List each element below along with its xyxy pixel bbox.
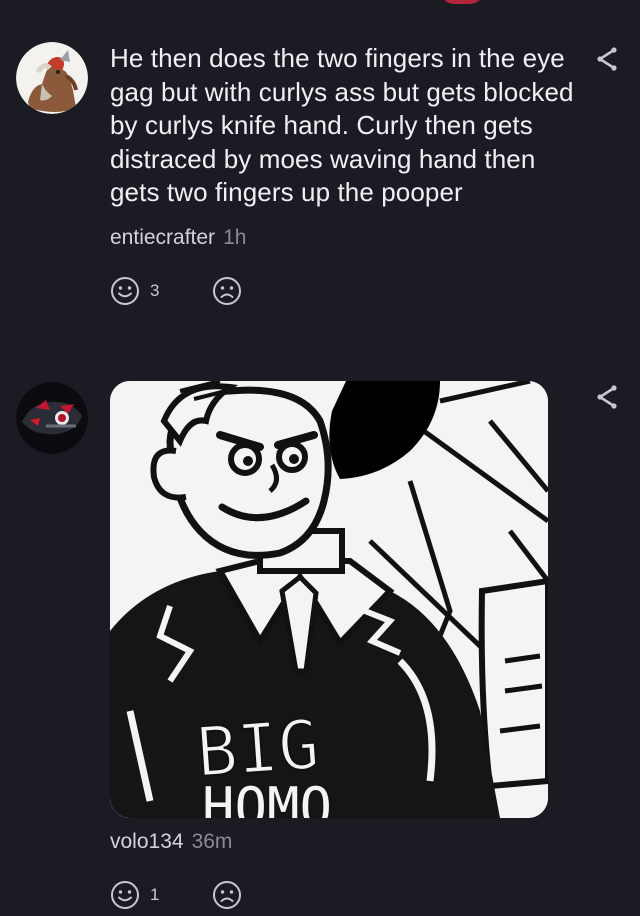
timestamp: 1h xyxy=(223,225,247,249)
dislike-reaction[interactable] xyxy=(212,276,270,306)
top-accent-bar xyxy=(440,0,484,4)
timestamp: 36m xyxy=(191,830,233,853)
smile-face-icon xyxy=(111,881,139,909)
like-reaction[interactable]: 1 xyxy=(110,880,168,910)
comment-body: volo134 36m 1 xyxy=(110,830,580,910)
big-homo-cartoon-image[interactable]: BIG HOMO xyxy=(110,381,548,818)
share-icon[interactable] xyxy=(594,384,620,410)
like-count: 3 xyxy=(150,280,160,300)
reactions-bar: 1 xyxy=(110,880,580,910)
like-count: 1 xyxy=(150,885,160,904)
cartoon-drawing: BIG HOMO xyxy=(110,381,548,818)
comment-meta: volo134 36m xyxy=(110,830,580,854)
share-icon[interactable] xyxy=(594,46,620,72)
like-reaction[interactable]: 3 xyxy=(110,276,168,306)
entei-avatar-icon[interactable] xyxy=(16,42,88,114)
sad-face-icon xyxy=(213,881,241,909)
comment-body: He then does the two fingers in the eye … xyxy=(110,42,580,306)
username[interactable]: entiecrafter xyxy=(110,226,215,249)
comment-meta: entiecrafter 1h xyxy=(110,226,580,250)
red-eyed-creature-avatar-icon[interactable] xyxy=(16,382,88,454)
dislike-reaction[interactable] xyxy=(212,880,270,910)
smile-face-icon xyxy=(111,276,139,305)
comment-text: He then does the two fingers in the eye … xyxy=(110,43,574,208)
svg-text:HOMO: HOMO xyxy=(202,776,332,818)
reactions-bar: 3 xyxy=(110,276,580,306)
username[interactable]: volo134 xyxy=(110,830,184,853)
sad-face-icon xyxy=(213,276,241,305)
